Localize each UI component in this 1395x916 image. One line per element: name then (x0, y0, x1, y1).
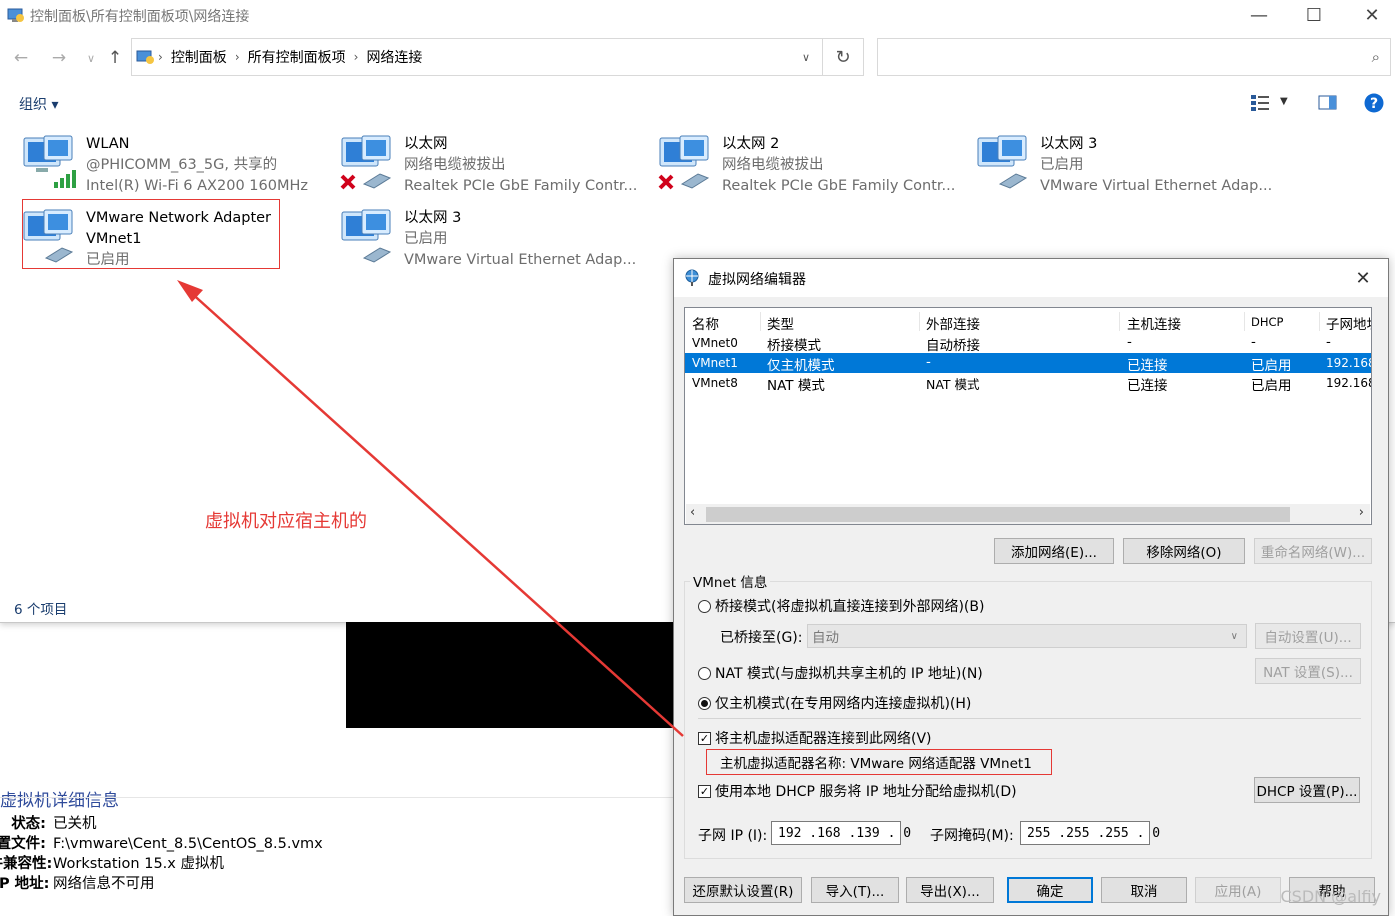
watermark: CSDN @alfiy (1280, 887, 1382, 906)
annotation-arrow (177, 280, 684, 737)
arrow-line (187, 289, 684, 737)
